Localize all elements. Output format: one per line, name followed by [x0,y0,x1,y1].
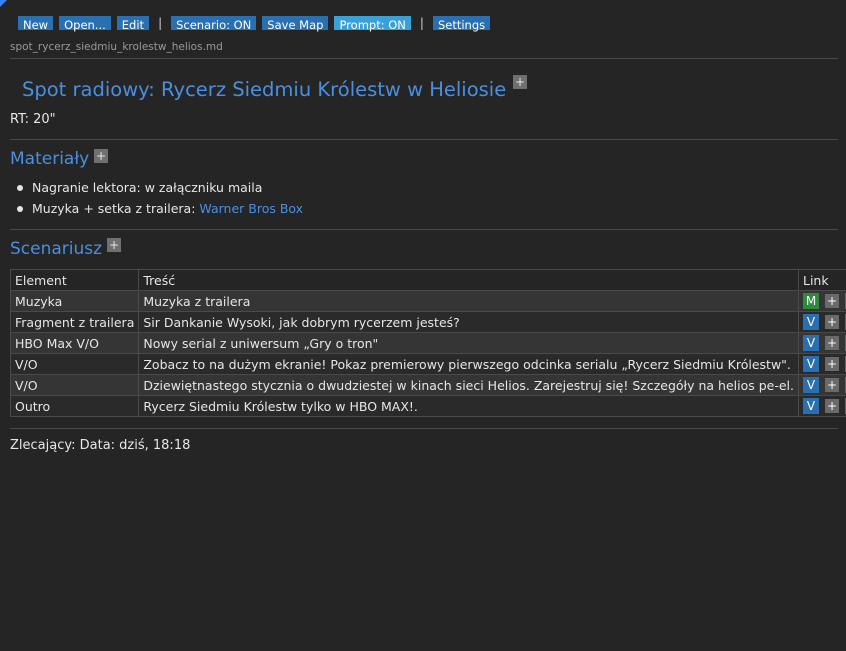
add-link-button[interactable]: + [825,357,839,372]
toolbar: New Open... Edit | Scenario: ON Save Map… [18,16,491,32]
voice-link-button[interactable]: V [803,398,819,415]
scenario-heading: Scenariusz [10,239,103,259]
corner-marker [0,0,7,7]
cell-content: Rycerz Siedmiu Królestw tylko w HBO MAX!… [138,395,799,417]
voice-link-button[interactable]: V [803,335,819,352]
scenario-toggle-button[interactable]: Scenario: ON [171,16,257,32]
cell-content: Sir Dankanie Wysoki, jak dobrym rycerzem… [138,311,799,333]
divider [10,428,838,429]
table-row: V/O Zobacz to na dużym ekranie! Pokaz pre… [9,353,846,375]
add-title-button[interactable]: + [513,75,527,89]
toolbar-separator: | [419,16,424,30]
cell-element: HBO Max V/O [9,332,140,354]
cell-element: V/O [9,353,140,375]
list-item-text: Nagranie lektora: w załączniku maila [32,180,263,195]
cell-content: Zobacz to na dużym ekranie! Pokaz premie… [138,353,799,375]
cell-element: Outro [9,395,140,417]
warner-bros-box-link[interactable]: Warner Bros Box [199,201,303,216]
column-header-element: Element [9,269,140,291]
cell-link: M+7 [798,290,846,312]
footer-text: Zlecający: Data: dziś, 18:18 [10,438,191,453]
divider [10,139,838,140]
cell-link: V+4 [798,311,846,333]
add-link-button[interactable]: + [825,315,839,330]
voice-link-button[interactable]: V [803,356,819,373]
column-header-link: Link [798,269,846,291]
add-link-button[interactable]: + [825,294,839,309]
table-header-row: Element Treść Link [9,269,846,291]
toolbar-separator: | [158,16,163,30]
runtime-text: RT: 20" [10,112,56,127]
add-materials-button[interactable]: + [94,149,108,163]
column-header-content: Treść [138,269,799,291]
cell-element: Fragment z trailera [9,311,140,333]
scenario-table-body: MuzykaMuzyka z traileraM+7Fragment z tra… [9,290,846,417]
cell-element: V/O [9,374,140,396]
list-item-text: Muzyka + setka z trailera: [32,201,200,216]
prompt-toggle-button[interactable]: Prompt: ON [334,16,411,32]
table-row: Fragment z trailera Sir Dankanie Wysoki, … [9,311,846,333]
cell-link: V+4 [798,395,846,417]
materials-list: Nagranie lektora: w załączniku maila Muz… [14,181,303,223]
scenario-table: Element Treść Link Muzyka Muzyka z traile… [9,269,846,417]
page-title: Spot radiowy: Rycerz Siedmiu Królestw w … [22,78,507,101]
save-map-button[interactable]: Save Map [262,16,329,32]
table-row: V/O Dziewiętnastego stycznia o dwudzieste… [9,374,846,396]
table-row: MuzykaMuzyka z traileraM+7 [9,290,846,312]
edit-button[interactable]: Edit [116,16,150,32]
cell-link: V+8 [798,374,846,396]
cell-content: Muzyka z trailera [138,290,799,312]
divider [10,58,838,59]
file-name: spot_rycerz_siedmiu_krolestw_helios.md [10,41,223,53]
cell-content: Nowy serial z uniwersum „Gry o tron" [138,332,799,354]
cell-link: V+7 [798,353,846,375]
settings-button[interactable]: Settings [432,16,491,32]
music-link-button[interactable]: M [803,293,819,310]
cell-link: V+3 [798,332,846,354]
list-item: Nagranie lektora: w załączniku maila [14,181,303,202]
cell-content: Dziewiętnastego stycznia o dwudziestej w… [138,374,799,396]
new-button[interactable]: New [18,16,54,32]
list-item: Muzyka + setka z trailera: Warner Bros B… [14,202,303,223]
voice-link-button[interactable]: V [803,377,819,394]
divider [10,229,838,230]
open-button[interactable]: Open... [59,16,111,32]
table-row: Outro Rycerz Siedmiu Królestw tylko w HBO… [9,395,846,417]
add-scenario-button[interactable]: + [107,238,121,252]
add-link-button[interactable]: + [825,336,839,351]
cell-element: Muzyka [9,290,140,312]
add-link-button[interactable]: + [825,378,839,393]
materials-heading: Materiały [10,149,90,169]
voice-link-button[interactable]: V [803,314,819,331]
add-link-button[interactable]: + [825,399,839,414]
table-row: HBO Max V/O Nowy serial z uniwersum „Gry … [9,332,846,354]
